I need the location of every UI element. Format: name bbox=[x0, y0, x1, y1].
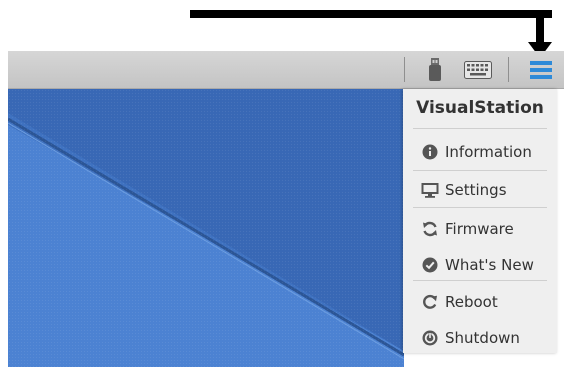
keyboard-icon[interactable] bbox=[463, 55, 493, 84]
usb-drive-icon[interactable] bbox=[424, 55, 446, 84]
menu-item-settings[interactable]: Settings bbox=[403, 172, 557, 208]
taskbar bbox=[8, 51, 564, 89]
power-icon bbox=[421, 329, 439, 347]
menu-item-label: Settings bbox=[445, 181, 507, 199]
menu-title: VisualStation bbox=[416, 98, 544, 118]
sync-icon bbox=[421, 220, 439, 238]
screen: VisualStation Information Settings Firmw… bbox=[0, 0, 564, 367]
menu-item-firmware[interactable]: Firmware bbox=[403, 211, 557, 247]
monitor-icon bbox=[421, 181, 439, 199]
menu-item-whats-new[interactable]: What's New bbox=[403, 247, 557, 283]
check-circle-icon bbox=[421, 256, 439, 274]
taskbar-separator bbox=[508, 57, 509, 82]
annotation-arrow-shaft bbox=[190, 10, 552, 18]
desktop-background bbox=[8, 89, 404, 367]
hamburger-menu-icon[interactable] bbox=[526, 55, 556, 84]
menu-item-label: Reboot bbox=[445, 293, 498, 311]
reboot-icon bbox=[421, 293, 439, 311]
menu-item-label: What's New bbox=[445, 256, 534, 274]
menu-item-reboot[interactable]: Reboot bbox=[403, 284, 557, 320]
menu-divider bbox=[413, 280, 547, 281]
menu-divider bbox=[413, 128, 547, 129]
menu-item-shutdown[interactable]: Shutdown bbox=[403, 320, 557, 356]
menu-item-information[interactable]: Information bbox=[403, 134, 557, 170]
menu-item-label: Shutdown bbox=[445, 329, 520, 347]
menu-divider bbox=[413, 207, 547, 208]
menu-item-label: Information bbox=[445, 143, 532, 161]
menu-item-label: Firmware bbox=[445, 220, 514, 238]
info-icon bbox=[421, 143, 439, 161]
taskbar-separator bbox=[404, 57, 405, 82]
system-menu: VisualStation Information Settings Firmw… bbox=[403, 89, 557, 353]
annotation-arrow-stem bbox=[536, 10, 544, 46]
menu-divider bbox=[413, 170, 547, 171]
